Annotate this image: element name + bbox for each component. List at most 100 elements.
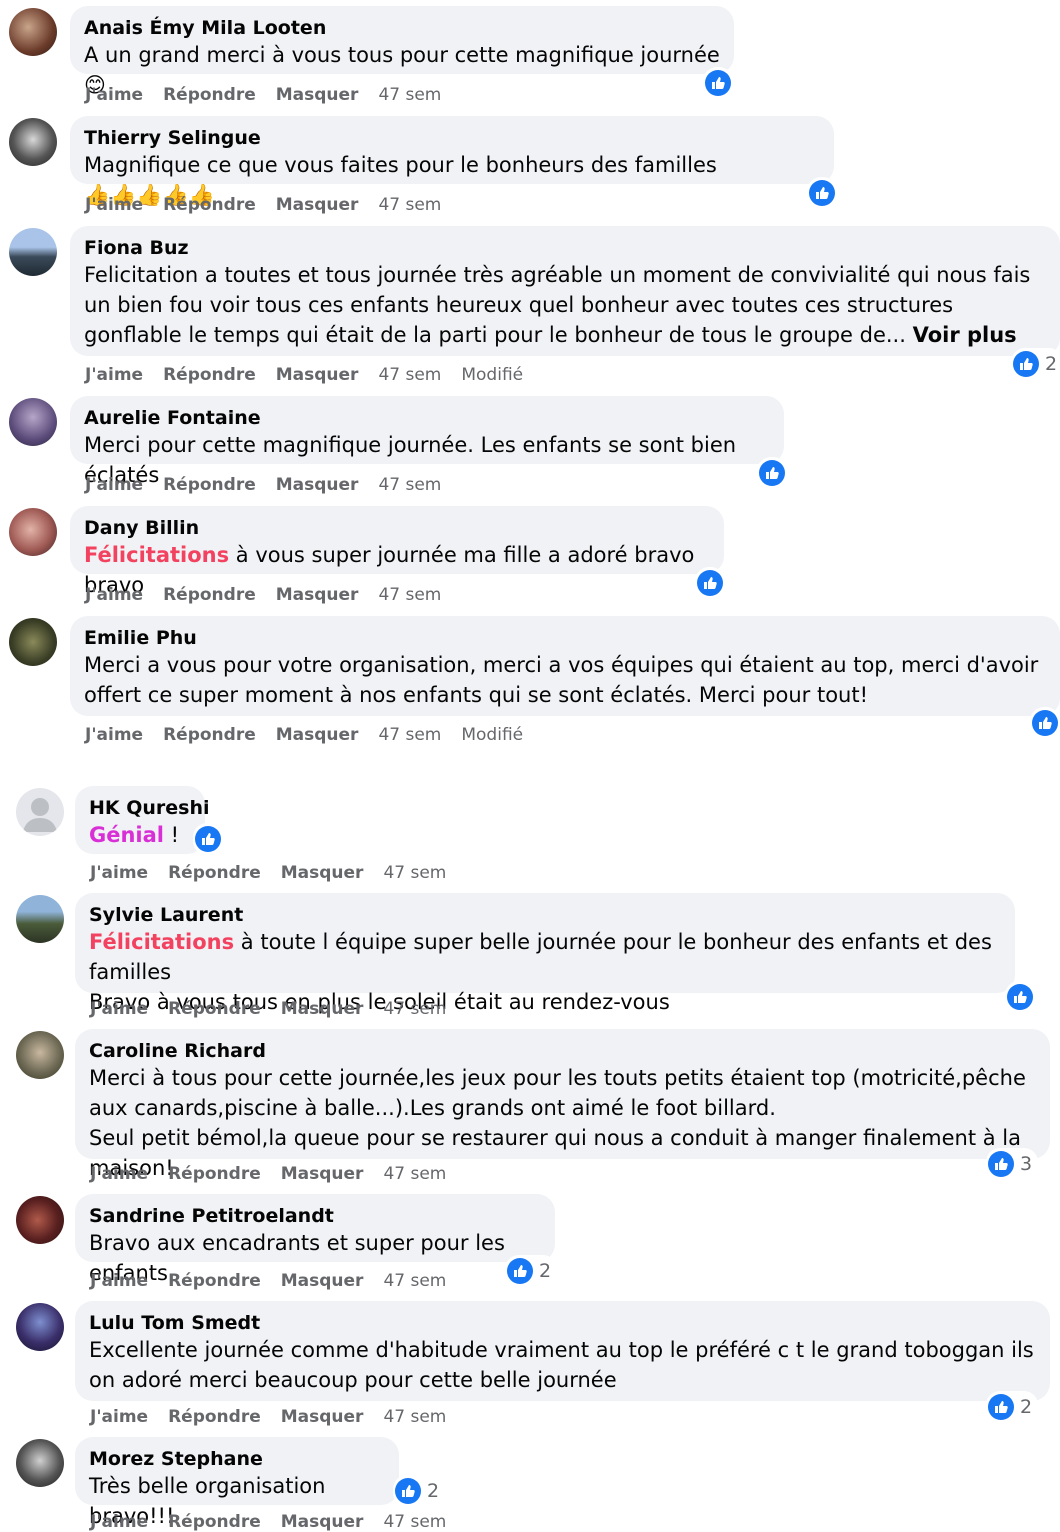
author-name[interactable]: Thierry Selingue <box>84 126 820 150</box>
hide-button[interactable]: Masquer <box>276 585 359 605</box>
highlighted-word[interactable]: Félicitations <box>89 930 234 954</box>
avatar[interactable] <box>16 1303 64 1351</box>
hide-button[interactable]: Masquer <box>281 1407 364 1427</box>
avatar[interactable] <box>9 618 57 666</box>
reply-button[interactable]: Répondre <box>168 1512 261 1532</box>
reply-button[interactable]: Répondre <box>168 863 261 883</box>
comment-text: Merci a vous pour votre organisation, me… <box>84 653 1039 707</box>
comment-bubble: Caroline Richard Merci à tous pour cette… <box>75 1029 1050 1180</box>
author-name[interactable]: Sandrine Petitroelandt <box>89 1204 541 1228</box>
hide-button[interactable]: Masquer <box>276 475 359 495</box>
see-more-link[interactable]: Voir plus <box>913 323 1017 347</box>
avatar[interactable] <box>16 1439 64 1487</box>
reply-button[interactable]: Répondre <box>163 195 256 215</box>
author-name[interactable]: Caroline Richard <box>89 1039 1036 1063</box>
reaction-badge[interactable]: 2 <box>505 1255 558 1287</box>
author-name[interactable]: HK Qureshi <box>89 796 210 820</box>
like-button[interactable]: J'aime <box>85 365 143 385</box>
reply-button[interactable]: Répondre <box>163 725 256 745</box>
avatar[interactable] <box>16 1196 64 1244</box>
edited-label[interactable]: Modifié <box>461 365 523 385</box>
timestamp[interactable]: 47 sem <box>383 1407 446 1427</box>
timestamp[interactable]: 47 sem <box>378 585 441 605</box>
author-name[interactable]: Emilie Phu <box>84 626 1046 650</box>
hide-button[interactable]: Masquer <box>276 195 359 215</box>
like-button[interactable]: J'aime <box>90 1164 148 1184</box>
timestamp[interactable]: 47 sem <box>383 999 446 1019</box>
like-button[interactable]: J'aime <box>90 1512 148 1532</box>
comment-text: Merci à tous pour cette journée,les jeux… <box>89 1066 1026 1120</box>
comment-bubble: Sylvie Laurent Félicitations à toute l é… <box>75 893 1015 1014</box>
highlighted-word[interactable]: Félicitations <box>84 543 229 567</box>
hide-button[interactable]: Masquer <box>276 725 359 745</box>
like-thumb-icon <box>988 1394 1014 1420</box>
timestamp[interactable]: 47 sem <box>383 1164 446 1184</box>
reaction-badge[interactable] <box>695 567 725 599</box>
avatar[interactable] <box>9 118 57 166</box>
reply-button[interactable]: Répondre <box>163 585 256 605</box>
author-name[interactable]: Morez Stephane <box>89 1447 385 1471</box>
like-button[interactable]: J'aime <box>85 725 143 745</box>
hide-button[interactable]: Masquer <box>281 1271 364 1291</box>
reply-button[interactable]: Répondre <box>168 1407 261 1427</box>
timestamp[interactable]: 47 sem <box>383 863 446 883</box>
reaction-count: 2 <box>539 1260 552 1282</box>
reply-button[interactable]: Répondre <box>163 365 256 385</box>
reaction-badge[interactable]: 2 <box>986 1391 1039 1423</box>
like-button[interactable]: J'aime <box>90 1271 148 1291</box>
avatar[interactable] <box>16 1031 64 1079</box>
like-button[interactable]: J'aime <box>85 85 143 105</box>
avatar[interactable] <box>9 8 57 56</box>
edited-label[interactable]: Modifié <box>461 725 523 745</box>
reply-button[interactable]: Répondre <box>168 999 261 1019</box>
avatar[interactable] <box>9 508 57 556</box>
reply-button[interactable]: Répondre <box>168 1164 261 1184</box>
reply-button[interactable]: Répondre <box>168 1271 261 1291</box>
avatar[interactable] <box>16 895 64 943</box>
hide-button[interactable]: Masquer <box>281 863 364 883</box>
avatar[interactable] <box>9 228 57 276</box>
timestamp[interactable]: 47 sem <box>378 365 441 385</box>
author-name[interactable]: Lulu Tom Smedt <box>89 1311 1036 1335</box>
reaction-badge[interactable] <box>1005 981 1035 1013</box>
author-name[interactable]: Dany Billin <box>84 516 710 540</box>
comment-bubble: Morez Stephane Très belle organisation b… <box>75 1437 399 1528</box>
like-button[interactable]: J'aime <box>90 1407 148 1427</box>
reaction-badge[interactable] <box>1030 707 1060 739</box>
reply-button[interactable]: Répondre <box>163 475 256 495</box>
reply-button[interactable]: Répondre <box>163 85 256 105</box>
hide-button[interactable]: Masquer <box>276 365 359 385</box>
reaction-badge[interactable] <box>757 457 787 489</box>
hide-button[interactable]: Masquer <box>281 999 364 1019</box>
like-button[interactable]: J'aime <box>85 475 143 495</box>
hide-button[interactable]: Masquer <box>276 85 359 105</box>
author-name[interactable]: Fiona Buz <box>84 236 1046 260</box>
like-button[interactable]: J'aime <box>90 863 148 883</box>
timestamp[interactable]: 47 sem <box>378 195 441 215</box>
reaction-badge[interactable]: 2 <box>393 1475 446 1507</box>
hide-button[interactable]: Masquer <box>281 1512 364 1532</box>
avatar[interactable] <box>16 788 64 836</box>
timestamp[interactable]: 47 sem <box>383 1271 446 1291</box>
avatar[interactable] <box>9 398 57 446</box>
reaction-badge[interactable]: 3 <box>986 1148 1039 1180</box>
highlighted-word[interactable]: Génial <box>89 823 164 847</box>
timestamp[interactable]: 47 sem <box>378 725 441 745</box>
hide-button[interactable]: Masquer <box>281 1164 364 1184</box>
timestamp[interactable]: 47 sem <box>378 475 441 495</box>
like-button[interactable]: J'aime <box>90 999 148 1019</box>
reaction-badge[interactable]: 2 <box>1011 348 1060 380</box>
reaction-badge[interactable] <box>703 67 733 99</box>
like-thumb-icon <box>697 570 723 596</box>
timestamp[interactable]: 47 sem <box>378 85 441 105</box>
timestamp[interactable]: 47 sem <box>383 1512 446 1532</box>
reaction-badge[interactable] <box>193 823 223 855</box>
like-button[interactable]: J'aime <box>85 195 143 215</box>
reaction-count: 2 <box>1045 353 1058 375</box>
like-button[interactable]: J'aime <box>85 585 143 605</box>
author-name[interactable]: Anais Émy Mila Looten <box>84 16 720 40</box>
reaction-badge[interactable] <box>807 177 837 209</box>
like-thumb-icon <box>705 70 731 96</box>
author-name[interactable]: Aurelie Fontaine <box>84 406 770 430</box>
author-name[interactable]: Sylvie Laurent <box>89 903 1001 927</box>
